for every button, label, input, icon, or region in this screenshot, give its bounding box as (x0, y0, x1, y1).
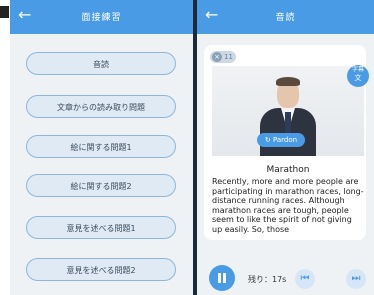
menu-button-picture-question-2[interactable]: 絵に関する問題2 (26, 174, 176, 197)
playback-controls: 残り：17s ⏮ ⏭ (197, 262, 374, 295)
screen-title: 音読 (275, 13, 296, 23)
window-edge (0, 0, 10, 295)
pause-icon (223, 273, 226, 283)
screen-title: 面接練習 (81, 13, 122, 23)
menu-button-reading-aloud[interactable]: 音読 (26, 52, 176, 75)
counter-value: 11 (224, 53, 233, 61)
previous-icon[interactable]: ⏮ (295, 269, 315, 289)
subtitle-label: 字幕 (351, 66, 364, 73)
menu-button-opinion-question-2[interactable]: 意見を述べる問題2 (26, 258, 176, 281)
next-icon[interactable]: ⏭ (346, 269, 366, 289)
question-counter: × 11 (210, 51, 236, 63)
reading-aloud-screen: ← 音読 × 11 ↻ Pardon 字幕 文 Marathon Recently… (197, 0, 374, 295)
pardon-button[interactable]: ↻ Pardon (257, 133, 305, 147)
app-bar: ← 音読 (197, 0, 374, 34)
menu-button-opinion-question-1[interactable]: 意見を述べる問題1 (26, 216, 176, 239)
pause-button[interactable] (209, 265, 235, 291)
text-icon: 文 (354, 74, 362, 82)
passage-title: Marathon (266, 165, 310, 175)
subtitle-toggle-button[interactable]: 字幕 文 (347, 65, 369, 87)
passage-text: Recently, more and more people are parti… (212, 177, 364, 234)
close-icon: × (212, 52, 222, 62)
edge-mark (0, 6, 9, 18)
replay-icon: ↻ (264, 136, 271, 144)
menu-button-reading-comprehension[interactable]: 文章からの読み取り問題 (26, 95, 176, 118)
pardon-label: Pardon (272, 136, 298, 144)
remaining-time: 残り：17s (248, 275, 287, 284)
app-bar: ← 面接練習 (10, 0, 193, 34)
practice-menu-screen: ← 面接練習 音読 文章からの読み取り問題 絵に関する問題1 絵に関する問題2 … (10, 0, 193, 295)
pause-icon (218, 273, 221, 283)
menu-button-picture-question-1[interactable]: 絵に関する問題1 (26, 135, 176, 158)
